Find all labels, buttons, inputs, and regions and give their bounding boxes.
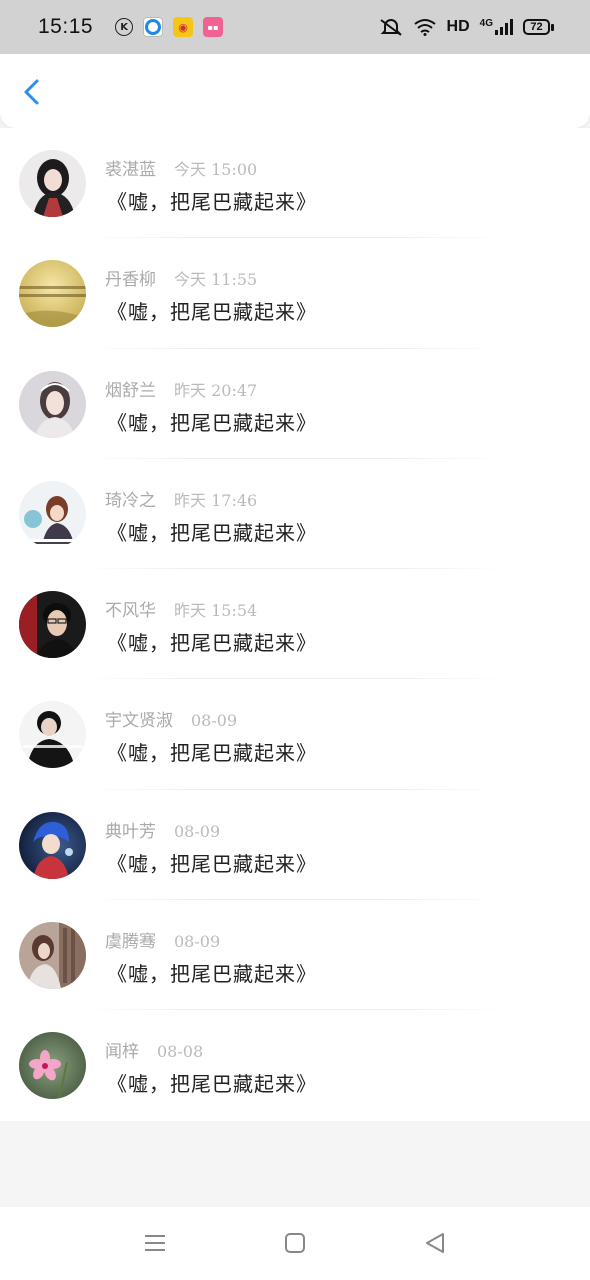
sender-name: 闻梓	[105, 1042, 139, 1063]
message-time: 今天 15:00	[174, 160, 258, 179]
header	[0, 54, 590, 128]
list-item[interactable]: 闻梓 08-08 《嘘，把尾巴藏起来》	[0, 1010, 590, 1120]
avatar[interactable]	[19, 1032, 86, 1100]
blue-circle-app-icon	[143, 17, 164, 37]
sender-name: 宇文贤淑	[105, 711, 173, 732]
avatar[interactable]	[19, 480, 86, 548]
menu-icon[interactable]	[143, 1231, 167, 1255]
message-text: 《嘘，把尾巴藏起来》	[107, 741, 317, 766]
name-line: 不风华 昨天 15:54	[105, 596, 257, 621]
name-line: 烟舒兰 昨天 20:47	[105, 376, 257, 401]
sender-name: 典叶芳	[105, 821, 156, 842]
avatar[interactable]	[19, 370, 86, 438]
k-icon: K	[115, 18, 134, 36]
pink-app-icon: ▪▪	[203, 17, 224, 37]
avatar[interactable]	[19, 150, 86, 217]
sender-name: 裘湛蓝	[105, 160, 156, 180]
list-item[interactable]: 丹香柳 今天 11:55 《嘘，把尾巴藏起来》	[0, 238, 590, 349]
name-line: 宇文贤淑 08-09	[105, 706, 237, 731]
sender-name: 琦冷之	[105, 490, 156, 511]
name-line: 琦冷之 昨天 17:46	[105, 486, 257, 511]
sender-name: 虞腾骞	[105, 932, 156, 953]
name-line: 闻梓 08-08	[105, 1037, 203, 1062]
message-text: 《嘘，把尾巴藏起来》	[107, 962, 317, 987]
sender-name: 不风华	[105, 601, 156, 622]
mute-bell-icon	[379, 19, 402, 36]
name-line: 虞腾骞 08-09	[105, 927, 220, 952]
list-item[interactable]: 琦冷之 昨天 17:46 《嘘，把尾巴藏起来》	[0, 459, 590, 570]
message-time: 08-09	[174, 932, 221, 952]
message-time: 08-09	[174, 821, 221, 841]
list-item[interactable]: 虞腾骞 08-09 《嘘，把尾巴藏起来》	[0, 900, 590, 1011]
avatar[interactable]	[19, 260, 86, 328]
name-line: 裘湛蓝 今天 15:00	[105, 155, 257, 180]
avatar[interactable]	[19, 811, 86, 879]
message-time: 昨天 17:46	[174, 490, 258, 510]
chevron-left-icon[interactable]	[18, 76, 48, 108]
message-time: 08-09	[191, 711, 238, 731]
message-time: 08-08	[157, 1042, 204, 1062]
name-line: 丹香柳 今天 11:55	[105, 265, 257, 290]
list-item[interactable]: 烟舒兰 昨天 20:47 《嘘，把尾巴藏起来》	[0, 349, 590, 459]
battery-icon: 72	[523, 19, 554, 35]
status-bar: 15:15 K ◉ ▪▪ HD 4G 72	[0, 0, 590, 54]
list-item[interactable]: 不风华 昨天 15:54 《嘘，把尾巴藏起来》	[0, 569, 590, 680]
system-nav-bar	[0, 1207, 590, 1280]
message-text: 《嘘，把尾巴藏起来》	[107, 1072, 317, 1097]
battery-level: 72	[530, 21, 543, 33]
list-item[interactable]: 裘湛蓝 今天 15:00 《嘘，把尾巴藏起来》	[0, 128, 590, 239]
message-time: 昨天 20:47	[174, 380, 258, 400]
message-text: 《嘘，把尾巴藏起来》	[107, 851, 317, 876]
message-text: 《嘘，把尾巴藏起来》	[107, 300, 317, 325]
network-gen: 4G	[479, 18, 493, 29]
home-square-icon[interactable]	[283, 1231, 307, 1255]
name-line: 典叶芳 08-09	[105, 817, 220, 842]
avatar[interactable]	[19, 591, 86, 659]
list-item[interactable]: 典叶芳 08-09 《嘘，把尾巴藏起来》	[0, 790, 590, 901]
status-app-icons: K ◉ ▪▪	[115, 17, 224, 37]
message-text: 《嘘，把尾巴藏起来》	[107, 520, 317, 545]
avatar[interactable]	[19, 922, 86, 990]
network-type: HD	[446, 18, 470, 35]
wifi-icon	[413, 19, 436, 36]
message-text: 《嘘，把尾巴藏起来》	[107, 190, 317, 214]
sender-name: 烟舒兰	[105, 380, 156, 401]
back-triangle-icon[interactable]	[423, 1231, 447, 1255]
list-item[interactable]: 宇文贤淑 08-09 《嘘，把尾巴藏起来》	[0, 679, 590, 790]
signal-icon	[495, 19, 513, 35]
avatar[interactable]	[19, 701, 86, 769]
message-time: 昨天 15:54	[174, 601, 258, 621]
status-time: 15:15	[38, 15, 94, 38]
message-text: 《嘘，把尾巴藏起来》	[107, 410, 317, 435]
weibo-icon: ◉	[173, 17, 194, 37]
status-indicators: HD 4G 72	[379, 17, 554, 37]
message-text: 《嘘，把尾巴藏起来》	[107, 631, 317, 656]
sender-name: 丹香柳	[105, 270, 156, 291]
message-time: 今天 11:55	[174, 270, 258, 290]
message-list: 裘湛蓝 今天 15:00 《嘘，把尾巴藏起来》 丹香柳 今天 11:55 《嘘，把尾…	[0, 128, 590, 1121]
